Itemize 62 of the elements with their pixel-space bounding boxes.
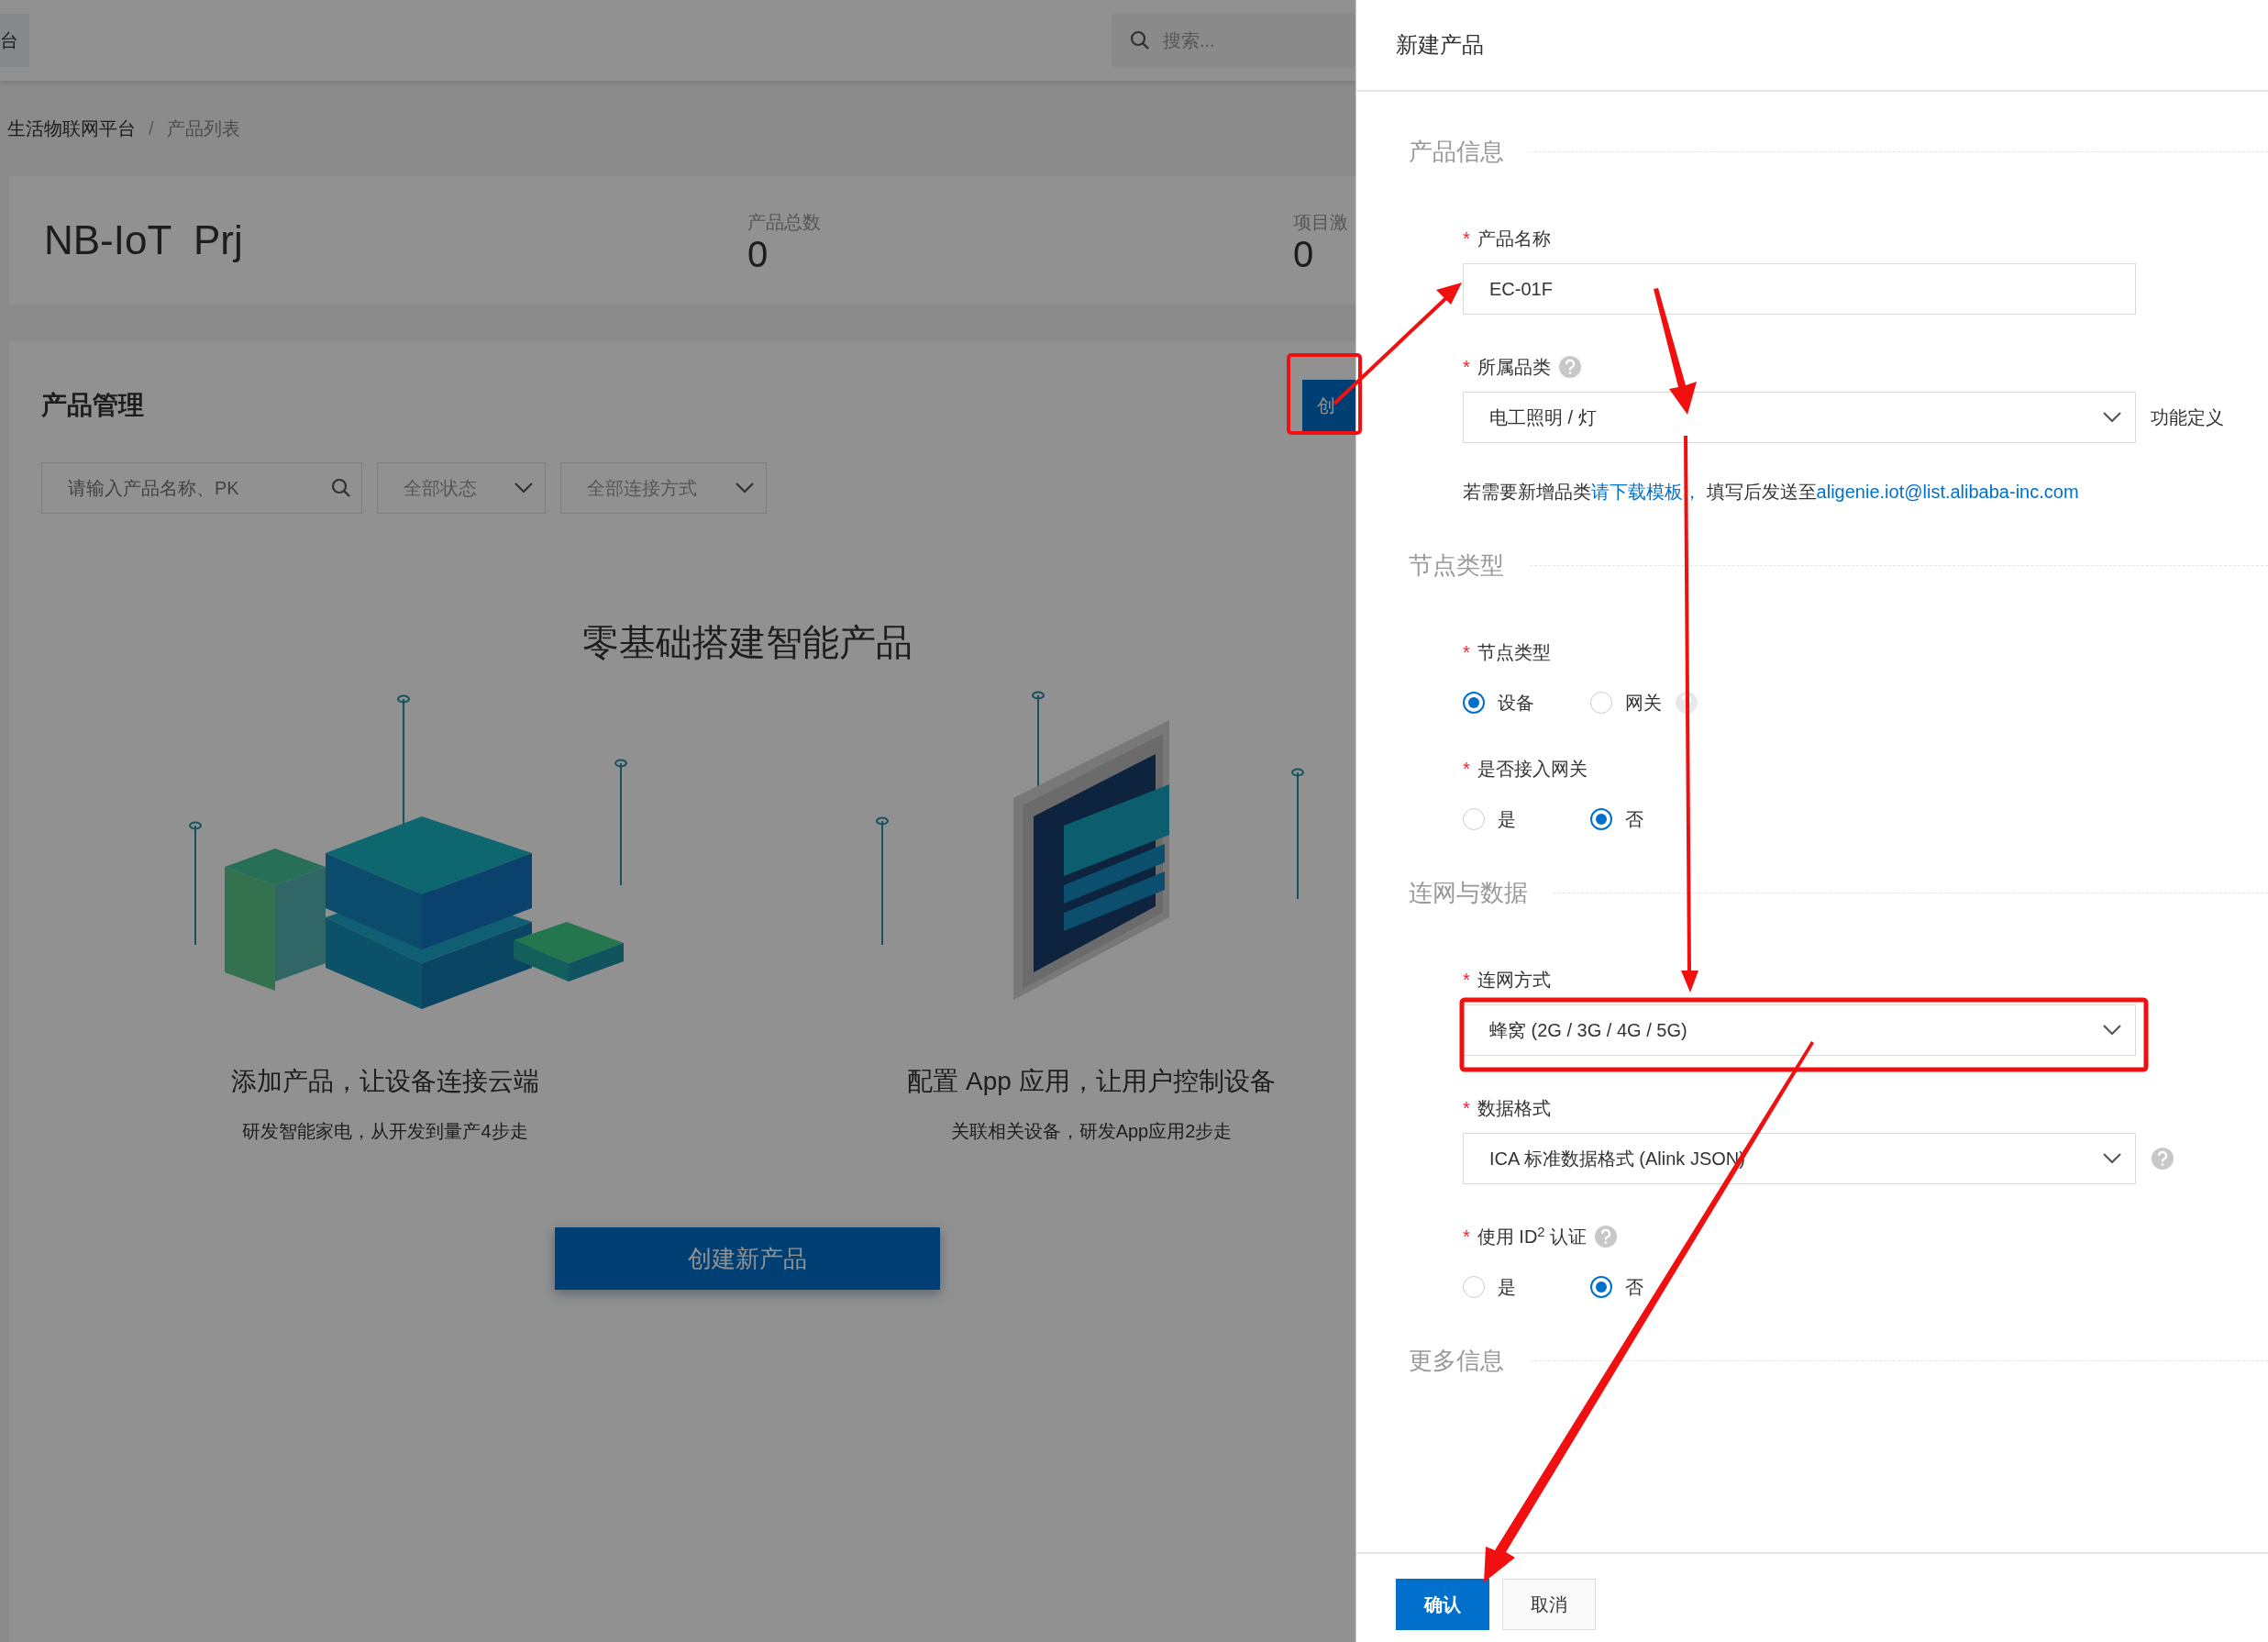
help-icon [1675,691,1698,715]
field-label: 节点类型 [1477,641,1551,664]
field-label: 连网方式 [1477,969,1551,992]
empty-heading: 零基础搭建智能产品 [581,621,913,664]
feature-subtitle: 关联相关设备，研发App应用2步走 [950,1120,1233,1143]
select-field[interactable]: 蜂窝 (2G / 3G / 4G / 5G) [1463,1004,2136,1056]
text-input[interactable]: EC-01F [1463,263,2136,315]
radio-button[interactable] [1590,808,1612,830]
radio-option[interactable]: 设备 [1463,689,1590,716]
feature-title: 配置 App 应用，让用户控制设备 [907,1066,1276,1097]
select-field[interactable]: 电工照明 / 灯 [1463,392,2136,443]
note-link[interactable]: aligenie.iot@list.alibaba-inc.com [1816,482,2079,502]
field-label: 数据格式 [1477,1097,1551,1120]
project-name: NB-IoT Prj [43,216,244,264]
section-title: 连网与数据 [1409,877,1528,908]
required-mark: * [1463,227,1470,250]
chevron-down-icon [2102,1152,2122,1165]
panel-title: 产品管理 [41,390,144,421]
required-mark: * [1463,356,1470,379]
note-link[interactable]: 请下载模板， [1591,482,1701,502]
stat-value: 0 [747,236,769,272]
breadcrumb-separator: / [149,117,154,140]
feature-subtitle: 研发智能家电，从开发到量产4步走 [242,1120,528,1143]
field-label: 是否接入网关 [1477,758,1588,781]
radio-option[interactable]: 否 [1590,805,1718,833]
breadcrumb-item: 产品列表 [166,117,240,140]
nav-tab[interactable]: 台 [0,14,29,67]
field-label: 使用 ID$^{2}$ 认证 [1477,1223,1588,1248]
field-suffix: 功能定义 [2151,406,2224,429]
category-note: 若需要新增品类请下载模板， 填写后发送至aligenie.iot@list.alibaba-inc.com [1463,481,2080,504]
section-title: 产品信息 [1409,136,1504,167]
help-icon [1594,1225,1619,1248]
stat-label: 项目激 [1293,211,1348,234]
required-mark: * [1463,758,1470,781]
field-label: 所属品类 [1477,356,1551,379]
chevron-down-icon [514,482,534,494]
radio-button[interactable] [1463,692,1485,714]
section-title: 更多信息 [1409,1345,1504,1376]
stat-label: 产品总数 [747,211,821,234]
chevron-down-icon [2102,1024,2122,1037]
radio-option[interactable]: 否 [1590,1273,1718,1301]
required-mark: * [1463,641,1470,664]
radio-button[interactable] [1590,1276,1612,1298]
chevron-down-icon [2102,411,2122,424]
chevron-down-icon [735,482,755,494]
radio-option[interactable]: 网关 [1590,689,1718,716]
stat-value: 0 [1293,236,1314,272]
field-label: 产品名称 [1477,227,1551,250]
confirm-button[interactable]: 确认 [1396,1579,1489,1630]
required-mark: * [1463,1097,1470,1120]
radio-option[interactable]: 是 [1463,805,1590,833]
required-mark: * [1463,1226,1470,1248]
search-icon [331,478,351,498]
cancel-button[interactable]: 取消 [1502,1579,1596,1630]
radio-option[interactable]: 是 [1463,1273,1590,1301]
feature-title: 添加产品，让设备连接云端 [231,1066,539,1097]
drawer-title: 新建产品 [1396,31,1484,59]
required-mark: * [1463,969,1470,992]
breadcrumb-item[interactable]: 生活物联网平台 [7,115,136,142]
section-title: 节点类型 [1409,549,1504,581]
search-field[interactable]: 请输入产品名称、PK [41,462,362,514]
help-icon [1557,355,1582,379]
